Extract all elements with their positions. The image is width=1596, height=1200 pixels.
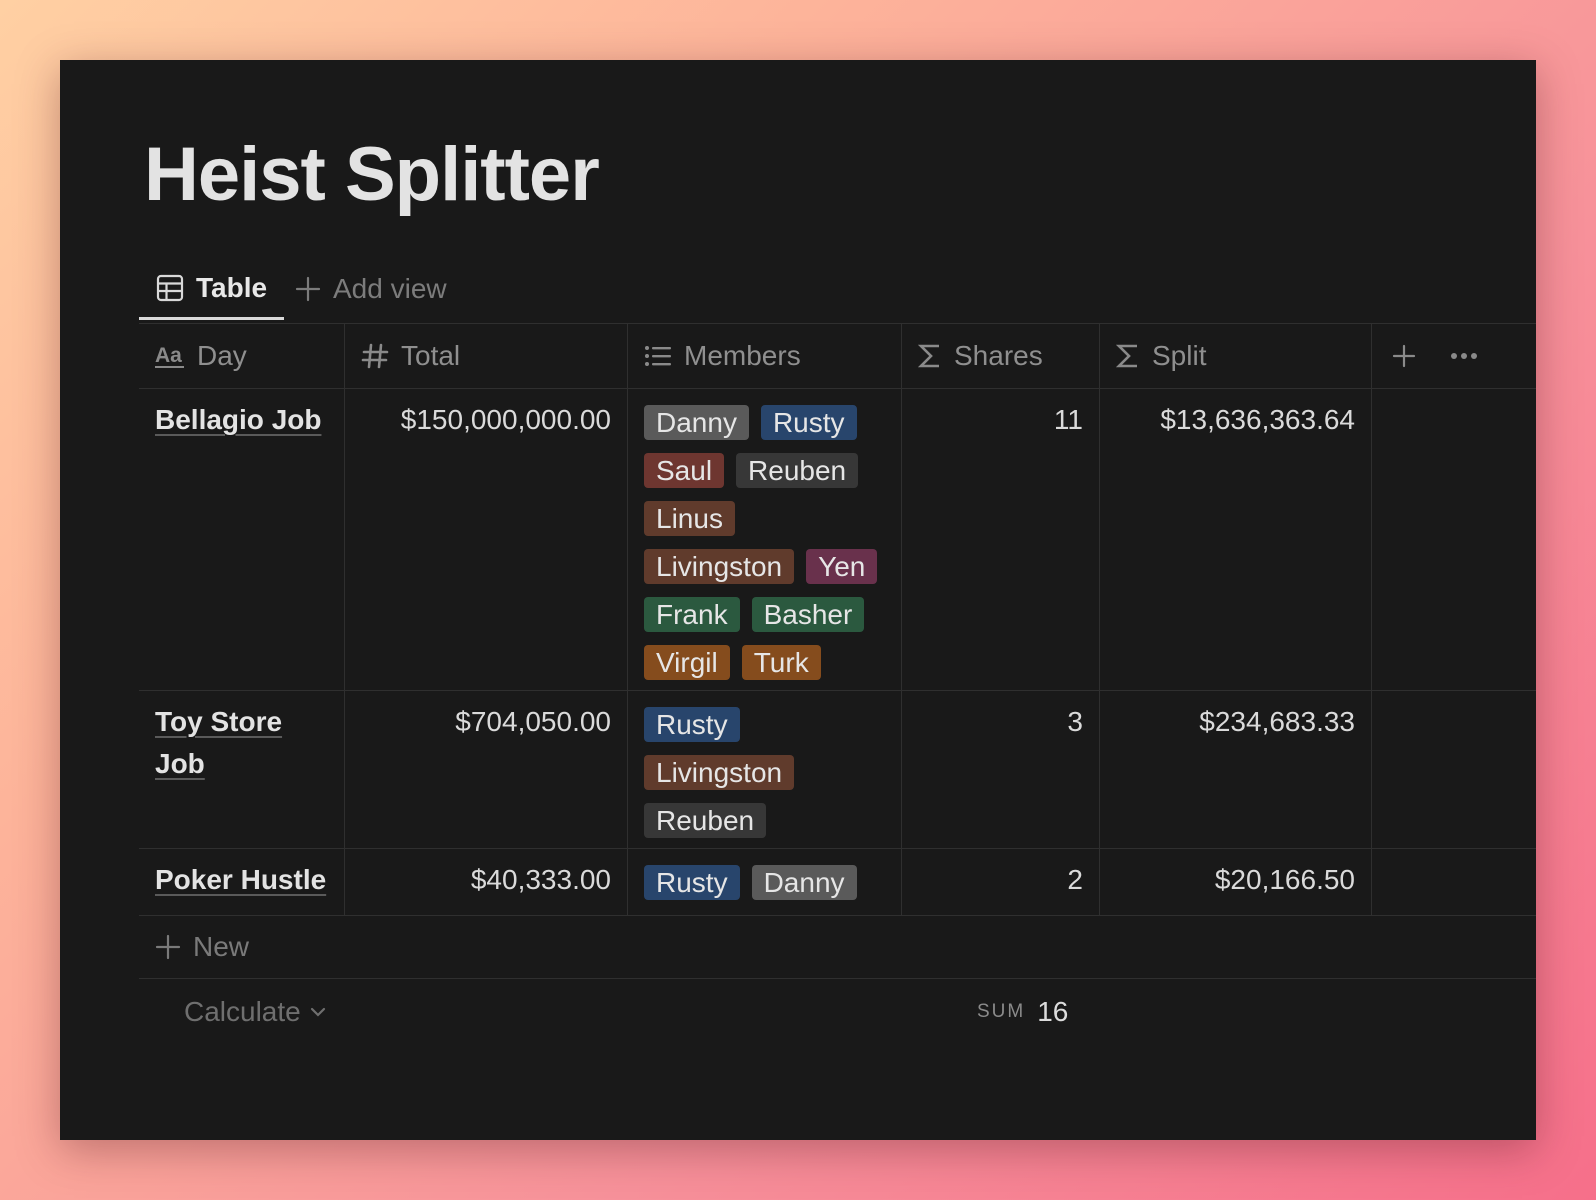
member-tag: Rusty <box>644 707 740 742</box>
plus-icon <box>295 276 321 302</box>
database-table: Aa Day Total Members Shares Split Bellag… <box>139 323 1536 1045</box>
cell-shares[interactable]: 11 <box>902 389 1100 690</box>
cell-members[interactable]: Rusty Danny <box>628 849 902 915</box>
chevron-down-icon <box>309 1006 327 1018</box>
table-row: Bellagio Job $150,000,000.00 Danny Rusty Sau… <box>139 389 1536 691</box>
member-tag: Danny <box>644 405 749 440</box>
tab-table[interactable]: Table <box>139 258 285 320</box>
add-view-button[interactable]: Add view <box>291 258 451 320</box>
list-icon <box>644 343 672 369</box>
table-row: Poker Hustle $40,333.00 Rusty Danny 2 $20,166… <box>139 849 1536 916</box>
member-tags: Rusty Danny <box>644 865 889 900</box>
member-tag: Frank <box>644 597 740 632</box>
column-header-day[interactable]: Aa Day <box>139 324 345 388</box>
app-window: Heist Splitter Table Add view Aa Day Tot… <box>60 60 1536 1140</box>
cell-day[interactable]: Toy Store Job <box>139 691 345 848</box>
table-row: Toy Store Job $704,050.00 Rusty Livingston R… <box>139 691 1536 849</box>
member-tags: Danny Rusty Saul Reuben Linus Livingston Yen Fr… <box>644 405 889 680</box>
member-tag: Linus <box>644 501 735 536</box>
calculate-dropdown[interactable]: Calculate <box>184 979 327 1045</box>
cell-empty <box>1372 691 1536 848</box>
plus-icon <box>155 934 181 960</box>
cell-split[interactable]: $13,636,363.64 <box>1100 389 1372 690</box>
column-header-shares-label: Shares <box>954 340 1043 371</box>
member-tag: Turk <box>741 645 821 680</box>
member-tag: Basher <box>751 597 865 632</box>
column-header-members[interactable]: Members <box>628 324 902 388</box>
cell-empty <box>1372 849 1536 915</box>
add-view-label: Add view <box>333 273 447 304</box>
table-icon <box>156 274 184 302</box>
tab-table-label: Table <box>196 271 268 303</box>
cell-total[interactable]: $704,050.00 <box>345 691 628 848</box>
cell-day[interactable]: Poker Hustle <box>139 849 345 915</box>
svg-text:Aa: Aa <box>155 344 182 367</box>
row-title-link[interactable]: Toy Store Job <box>155 706 282 779</box>
cell-empty <box>1372 389 1536 690</box>
header-actions-cell <box>1372 324 1536 388</box>
member-tag: Rusty <box>760 405 857 440</box>
member-tag: Reuben <box>644 803 767 838</box>
cell-total[interactable]: $40,333.00 <box>345 849 628 915</box>
column-header-members-label: Members <box>684 340 801 371</box>
cell-members[interactable]: Rusty Livingston Reuben <box>628 691 902 848</box>
sigma-icon <box>1116 342 1140 370</box>
member-tag: Yen <box>806 549 878 584</box>
cell-shares[interactable]: 3 <box>902 691 1100 848</box>
member-tag: Livingston <box>644 549 795 584</box>
view-tabs: Table Add view <box>139 258 1536 320</box>
more-options-ellipsis-icon[interactable] <box>1450 352 1478 360</box>
header-actions <box>1372 344 1478 368</box>
shares-sum[interactable]: SUM 16 <box>977 979 1068 1045</box>
member-tag: Danny <box>751 865 857 900</box>
calculate-label: Calculate <box>184 996 301 1027</box>
hash-icon <box>361 342 389 370</box>
cell-total[interactable]: $150,000,000.00 <box>345 389 628 690</box>
cell-members[interactable]: Danny Rusty Saul Reuben Linus Livingston Yen Fr… <box>628 389 902 690</box>
text-aa-icon: Aa <box>155 343 185 369</box>
member-tag: Livingston <box>644 755 795 790</box>
calculation-row: Calculate SUM 16 <box>139 979 1536 1045</box>
column-header-shares[interactable]: Shares <box>902 324 1100 388</box>
sigma-icon <box>918 342 942 370</box>
member-tags: Rusty Livingston Reuben <box>644 707 889 838</box>
add-property-plus-icon[interactable] <box>1392 344 1416 368</box>
new-row-button[interactable]: New <box>139 916 1536 979</box>
cell-day[interactable]: Bellagio Job <box>139 389 345 690</box>
member-tag: Rusty <box>644 865 740 900</box>
member-tag: Reuben <box>736 453 859 488</box>
cell-split[interactable]: $234,683.33 <box>1100 691 1372 848</box>
member-tag: Saul <box>644 453 725 488</box>
cell-shares[interactable]: 2 <box>902 849 1100 915</box>
sum-value: 16 <box>1037 996 1069 1027</box>
row-title-link[interactable]: Poker Hustle <box>155 864 326 895</box>
row-title-link[interactable]: Bellagio Job <box>155 404 321 435</box>
table-header-row: Aa Day Total Members Shares Split <box>139 324 1536 389</box>
column-header-total[interactable]: Total <box>345 324 628 388</box>
cell-split[interactable]: $20,166.50 <box>1100 849 1372 915</box>
sum-label: SUM <box>977 1001 1026 1022</box>
column-header-split[interactable]: Split <box>1100 324 1372 388</box>
column-header-day-label: Day <box>197 340 247 371</box>
column-header-split-label: Split <box>1152 340 1207 371</box>
table-body: Bellagio Job $150,000,000.00 Danny Rusty Sau… <box>139 389 1536 916</box>
member-tag: Virgil <box>644 645 730 680</box>
column-header-total-label: Total <box>401 340 461 371</box>
page-title: Heist Splitter <box>144 132 600 217</box>
new-row-label: New <box>193 931 250 962</box>
